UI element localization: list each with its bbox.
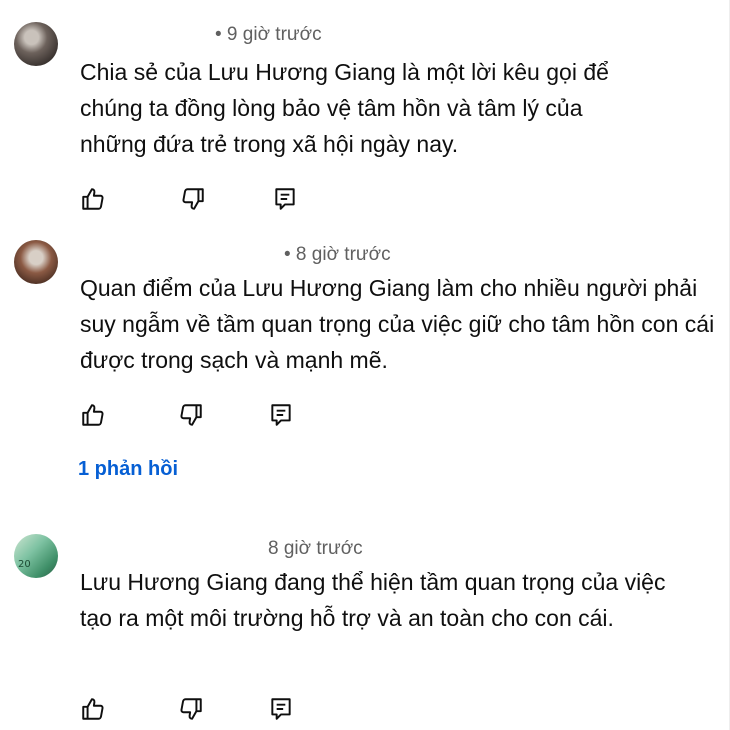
avatar-label: 20 [18,559,31,570]
comment-text: Chia sẻ của Lưu Hương Giang là một lời k… [80,59,609,157]
comment-timestamp: • 9 giờ trước [215,24,322,45]
comment-reply-icon[interactable] [268,696,294,722]
comment-actions [80,402,380,430]
comments-screen: { "comments": [ { "time": "• 9 giờ trước… [0,0,730,730]
comment-text: Quan điểm của Lưu Hương Giang làm cho nh… [80,275,715,373]
comment-reply-icon[interactable] [268,402,294,428]
comment-actions [80,696,380,724]
commenter-avatar[interactable] [14,22,58,66]
thumb-down-icon[interactable] [178,402,204,428]
thumb-down-icon[interactable] [180,186,206,212]
commenter-avatar[interactable]: 20 [14,534,58,578]
thumb-down-icon[interactable] [178,696,204,722]
comment-timestamp: 8 giờ trước [268,538,363,559]
commenter-avatar[interactable] [14,240,58,284]
thumb-up-icon[interactable] [80,402,106,428]
thumb-up-icon[interactable] [80,696,106,722]
comment-text: Lưu Hương Giang đang thể hiện tầm quan t… [80,569,666,631]
thumb-up-icon[interactable] [80,186,106,212]
comment-timestamp: • 8 giờ trước [284,244,391,265]
view-replies-button[interactable]: 1 phản hồi [78,458,178,481]
comment-actions [80,186,380,214]
comment-reply-icon[interactable] [272,186,298,212]
